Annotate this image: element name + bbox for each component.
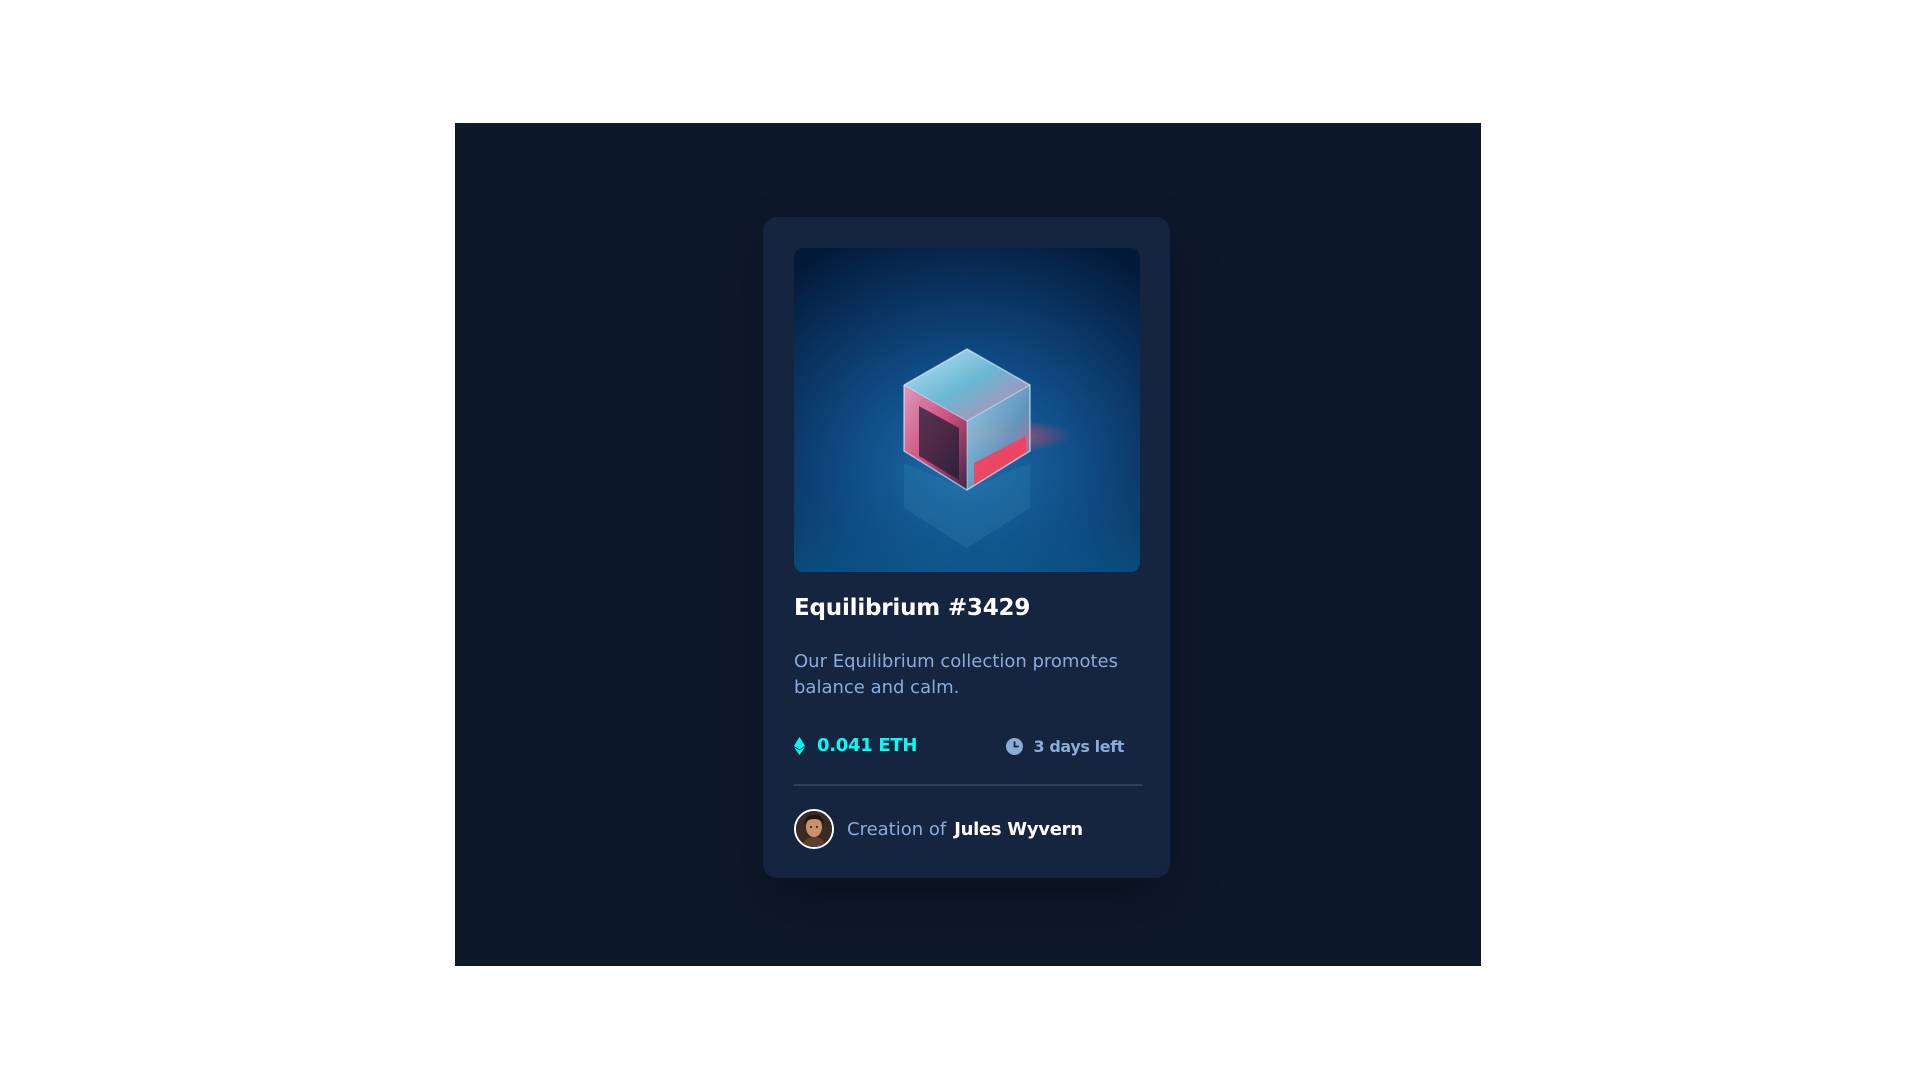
creator-row: Creation of Jules Wyvern — [794, 809, 1083, 849]
creator-name-link[interactable]: Jules Wyvern — [954, 819, 1083, 840]
nft-title[interactable]: Equilibrium #3429 — [794, 595, 1030, 621]
price-value: 0.041 ETH — [817, 735, 918, 756]
nft-card: Equilibrium #3429 Our Equilibrium collec… — [763, 217, 1170, 878]
ethereum-icon — [794, 736, 805, 755]
time-left-value: 3 days left — [1033, 737, 1124, 756]
creation-label: Creation of — [847, 818, 947, 840]
nft-description: Our Equilibrium collection promotes bala… — [794, 651, 1118, 698]
equilibrium-cube-image — [794, 248, 1140, 572]
nft-stats: 0.041 ETH 3 days left — [794, 735, 1124, 761]
price-group: 0.041 ETH — [794, 735, 917, 756]
nft-image[interactable] — [794, 248, 1140, 572]
divider — [794, 784, 1142, 786]
time-left-group: 3 days left — [1006, 737, 1124, 756]
clock-icon — [1006, 738, 1024, 755]
creator-avatar — [794, 809, 834, 849]
